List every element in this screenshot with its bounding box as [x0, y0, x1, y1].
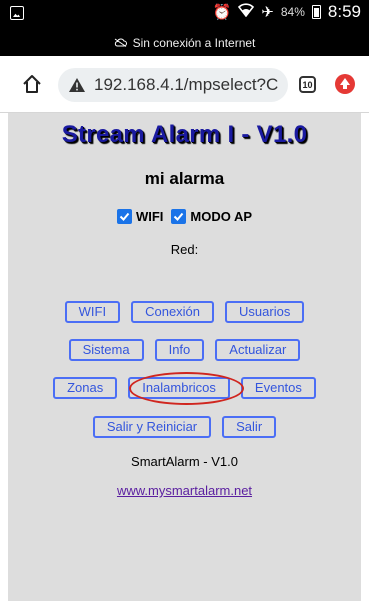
wifi-checkbox-label: WIFI [135, 209, 164, 224]
upload-extension-icon[interactable] [335, 74, 355, 94]
info-button[interactable]: Info [154, 339, 205, 361]
alarm-name: mi alarma [144, 169, 225, 188]
no-connection-icon [114, 38, 127, 50]
footer-link[interactable]: www.mysmartalarm.net [8, 483, 361, 498]
tab-switcher-button[interactable]: 10 [299, 76, 316, 93]
salir-button[interactable]: Salir [222, 416, 277, 438]
address-bar[interactable]: 192.168.4.1/mpselect?C [58, 68, 288, 102]
network-notice-text: Sin conexión a Internet [132, 36, 256, 50]
warning-icon [69, 78, 85, 92]
status-bar: ⏰ ✈ 84% 8:59 Sin conexión a Internet [0, 0, 369, 56]
salir-reiniciar-button[interactable]: Salir y Reiniciar [92, 416, 212, 438]
wifi-icon [238, 3, 255, 21]
clock: 8:59 [327, 2, 361, 21]
button-row-2: Sistema Info Actualizar [8, 339, 361, 361]
browser-toolbar: 192.168.4.1/mpselect?C 10 [0, 56, 369, 113]
home-icon[interactable] [22, 74, 42, 94]
gallery-notification-icon [10, 6, 24, 20]
footer-version: SmartAlarm - V1.0 [131, 454, 238, 469]
mode-checkboxes: WIFI MODO AP [8, 209, 361, 224]
network-notice: Sin conexión a Internet [0, 36, 369, 50]
sistema-button[interactable]: Sistema [68, 339, 144, 361]
zonas-button[interactable]: Zonas [53, 377, 118, 399]
alarm-clock-icon: ⏰ [212, 4, 232, 21]
button-row-1: WIFI Conexión Usuarios [8, 301, 361, 323]
network-label: Red: [170, 242, 199, 257]
page-title: Stream Alarm I - V1.0 [61, 121, 308, 148]
battery-percent: 84% [280, 5, 305, 19]
modo-ap-checkbox-label: MODO AP [190, 209, 253, 224]
inalambricos-button[interactable]: Inalambricos [128, 377, 230, 399]
status-icons: ⏰ ✈ 84% 8:59 [213, 2, 361, 22]
airplane-icon: ✈ [261, 4, 274, 21]
button-row-3: Zonas Inalambricos Eventos [8, 377, 361, 399]
checkbox-checked-icon [171, 209, 187, 224]
eventos-button[interactable]: Eventos [240, 377, 316, 399]
checkbox-checked-icon [116, 209, 132, 224]
modo-ap-checkbox[interactable]: MODO AP [171, 209, 252, 224]
url-text: 192.168.4.1/mpselect?C [94, 75, 279, 94]
wifi-checkbox[interactable]: WIFI [116, 209, 164, 224]
usuarios-button[interactable]: Usuarios [225, 301, 305, 323]
battery-icon [311, 5, 321, 19]
wifi-button[interactable]: WIFI [64, 301, 121, 323]
conexion-button[interactable]: Conexión [131, 301, 215, 323]
actualizar-button[interactable]: Actualizar [215, 339, 301, 361]
button-row-4: Salir y Reiniciar Salir [8, 416, 361, 438]
page-content: Stream Alarm I - V1.0 mi alarma WIFI MOD… [8, 113, 361, 601]
